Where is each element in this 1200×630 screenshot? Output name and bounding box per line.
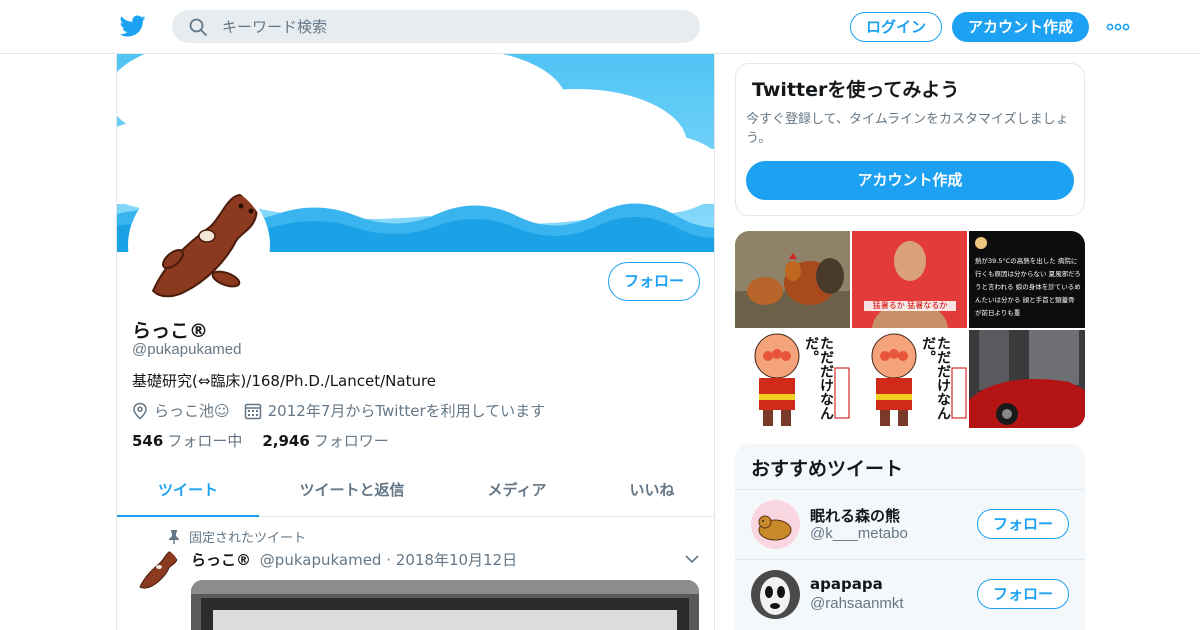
following-label: フォロー中: [167, 432, 243, 450]
media-tile-anpan-text-2: ただだけなんだ。: [920, 336, 951, 420]
pinned-label: 固定されたツイート: [189, 531, 307, 546]
pin-icon: [169, 529, 179, 544]
followers-label: フォロワー: [313, 432, 389, 450]
profile-location: らっこ池☺: [154, 402, 230, 420]
media-tile-anpanman-2[interactable]: ただだけなんだ。: [852, 330, 967, 428]
recommended-follow-button[interactable]: フォロー: [977, 579, 1069, 609]
pinned-indicator: 固定されたツイート: [169, 527, 306, 546]
recommended-user-name[interactable]: 眠れる森の熊: [810, 505, 900, 526]
pinned-tweet[interactable]: 固定されたツイート らっこ® @pukapukamed · 2018年10月12…: [117, 517, 714, 630]
tab-likes[interactable]: いいね: [597, 466, 707, 517]
profile-stats: 546 フォロー中 2,946 フォロワー: [132, 430, 409, 451]
profile-meta: らっこ池☺ 2012年7月からTwitterを利用しています: [132, 400, 545, 421]
recommended-user-handle[interactable]: @k___metabo: [810, 525, 908, 542]
recommended-user-name[interactable]: apapapa: [810, 575, 883, 593]
recommended-follow-button[interactable]: フォロー: [977, 509, 1069, 539]
media-tile-man[interactable]: 猛暑るか 猛暑なるか: [852, 231, 967, 328]
followers-count: 2,946: [262, 432, 310, 450]
follow-button[interactable]: フォロー: [608, 262, 700, 301]
media-tile-man-caption: 猛暑るか 猛暑なるか: [864, 301, 956, 311]
signup-card-description: 今すぐ登録して、タイムラインをカスタマイズしましょう。: [746, 112, 1069, 146]
signup-button[interactable]: アカウント作成: [952, 12, 1089, 42]
profile-tabs: ツイート ツイートと返信 メディア いいね: [117, 466, 714, 517]
profile-name: らっこ®: [132, 320, 209, 342]
signup-card-button[interactable]: アカウント作成: [746, 161, 1074, 200]
tweet-author-handle[interactable]: @pukapukamed: [260, 551, 382, 569]
profile-avatar[interactable]: [128, 178, 270, 312]
media-tile-rooster[interactable]: [735, 231, 850, 328]
media-tile-text: 熱が39.5°Cの高熱を出した 病院に行くも原因は分からない 夏風邪だろうと言わ…: [975, 257, 1081, 317]
following-stat[interactable]: 546 フォロー中: [132, 430, 242, 451]
profile-handle[interactable]: @pukapukamed: [132, 341, 241, 358]
followers-stat[interactable]: 2,946 フォロワー: [262, 430, 388, 451]
twitter-bird-icon[interactable]: [120, 13, 146, 39]
top-navigation: ログイン アカウント作成: [0, 0, 1200, 54]
signup-card: Twitterを使ってみよう 今すぐ登録して、タイムラインをカスタマイズしましょ…: [735, 63, 1085, 216]
following-count: 546: [132, 432, 164, 450]
search-box[interactable]: [172, 10, 700, 43]
tab-tweets-and-replies[interactable]: ツイートと返信: [277, 466, 427, 517]
tweet-date[interactable]: 2018年10月12日: [396, 551, 517, 569]
tweet-author-name[interactable]: らっこ®: [191, 551, 251, 569]
media-tile-avatar: [975, 237, 987, 249]
recommended-user[interactable]: apapapa @rahsaanmkt フォロー: [735, 559, 1085, 629]
more-dots-icon[interactable]: [1106, 18, 1130, 36]
recommended-user-avatar[interactable]: [751, 570, 800, 619]
recommended-user[interactable]: 眠れる森の熊 @k___metabo フォロー: [735, 489, 1085, 559]
tab-tweets[interactable]: ツイート: [117, 466, 259, 517]
tweet-media-image[interactable]: [191, 580, 699, 630]
media-grid: 猛暑るか 猛暑なるか 熱が39.5°Cの高熱を出した 病院に行くも原因は分からな…: [735, 231, 1085, 428]
tweet-author-avatar[interactable]: [132, 547, 180, 595]
profile-joined-date: 2012年7月からTwitterを利用しています: [267, 402, 546, 420]
recommended-title: おすすめツイート: [751, 458, 904, 480]
chevron-down-icon[interactable]: [685, 554, 699, 564]
login-button[interactable]: ログイン: [850, 12, 942, 42]
recommended-user-handle[interactable]: @rahsaanmkt: [810, 595, 904, 612]
tab-media[interactable]: メディア: [457, 466, 577, 517]
signup-card-title: Twitterを使ってみよう: [752, 79, 960, 101]
tweet-separator: ·: [386, 551, 392, 569]
search-icon: [189, 18, 207, 36]
media-tile-red-car[interactable]: [969, 330, 1085, 428]
search-input[interactable]: [222, 10, 682, 43]
recommended-user-avatar[interactable]: [751, 500, 800, 549]
media-tile-anpanman-1[interactable]: ただだけなんだ。: [735, 330, 850, 428]
recommended-tweets: おすすめツイート 眠れる森の熊 @k___metabo フォロー apapapa…: [735, 444, 1085, 630]
profile-bio: 基礎研究(⇔臨床)/168/Ph.D./Lancet/Nature: [132, 372, 437, 390]
profile-column: フォロー らっこ® @pukapukamed 基礎研究(⇔臨床)/168/Ph.…: [116, 54, 715, 630]
tweet-header: らっこ® @pukapukamed · 2018年10月12日: [191, 549, 517, 570]
media-tile-text-post[interactable]: 熱が39.5°Cの高熱を出した 病院に行くも原因は分からない 夏風邪だろうと言わ…: [969, 231, 1085, 328]
calendar-icon: [244, 403, 261, 419]
location-pin-icon: [133, 402, 147, 419]
media-tile-anpan-text-1: ただだけなんだ。: [803, 336, 834, 420]
